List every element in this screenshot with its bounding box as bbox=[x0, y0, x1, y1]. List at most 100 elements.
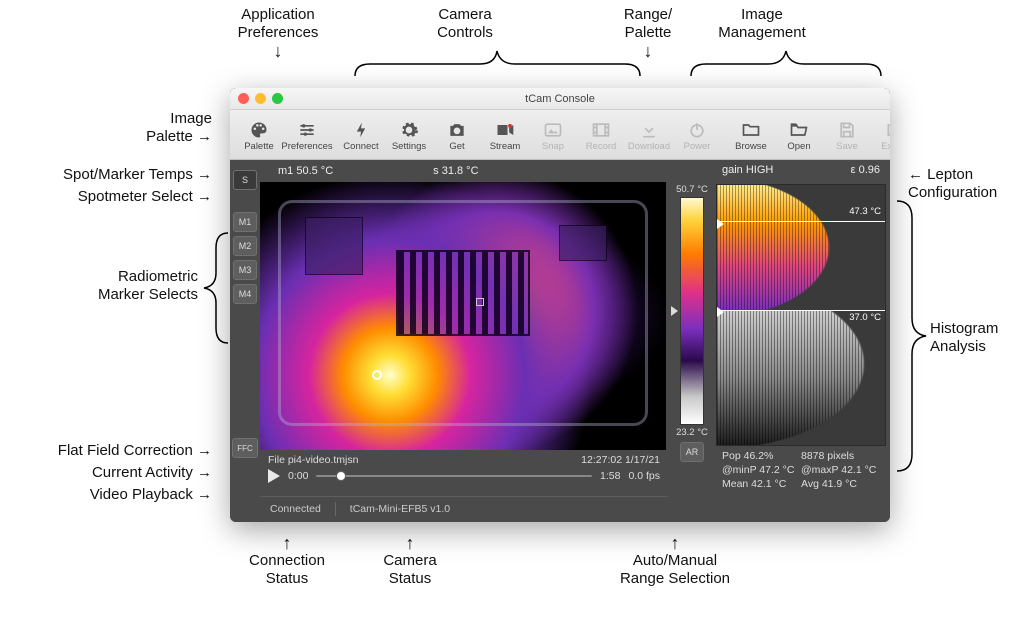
toolbar-group-camera: Connect Settings Get Stream Snap Record bbox=[338, 120, 720, 152]
snap-button[interactable]: Snap bbox=[530, 120, 576, 152]
callout-ffc: Flat Field Correction → bbox=[28, 442, 212, 460]
temp-readout-bar: m1 50.5 °C s 31.8 °C bbox=[260, 160, 668, 182]
save-button[interactable]: Save bbox=[824, 120, 870, 152]
spotmeter-button[interactable]: S bbox=[233, 170, 257, 190]
get-button[interactable]: Get bbox=[434, 120, 480, 152]
stream-button[interactable]: Stream bbox=[482, 120, 528, 152]
callout-histogram: Histogram Analysis bbox=[930, 320, 1024, 356]
histogram-view[interactable]: 47.3 °C 37.0 °C bbox=[716, 184, 886, 446]
play-button[interactable] bbox=[268, 469, 280, 483]
browse-button[interactable]: Browse bbox=[728, 120, 774, 152]
label: Spotmeter Select bbox=[78, 188, 193, 205]
auto-range-button[interactable]: AR bbox=[680, 442, 704, 462]
export-button[interactable]: Export bbox=[872, 120, 890, 152]
preferences-button[interactable]: Preferences bbox=[284, 120, 330, 152]
toolbar: Palette Preferences Connect Settings Get bbox=[230, 110, 890, 160]
label: Flat Field Correction bbox=[58, 442, 193, 459]
callout-camera-controls: Camera Controls bbox=[405, 6, 525, 42]
marker-m1-temp: m1 50.5 °C bbox=[278, 165, 333, 177]
callout-radiometric: Radiometric Marker Selects bbox=[78, 268, 198, 304]
palette-bar[interactable] bbox=[680, 197, 704, 425]
spotmeter-overlay[interactable] bbox=[372, 370, 382, 380]
callout-image-palette: Image Palette → bbox=[92, 110, 212, 146]
bolt-icon bbox=[351, 120, 371, 140]
label: Open bbox=[787, 142, 810, 152]
spot-temp: s 31.8 °C bbox=[433, 165, 478, 177]
label: Radiometric Marker Selects bbox=[98, 268, 198, 303]
image-icon bbox=[543, 120, 563, 140]
zoom-icon[interactable] bbox=[272, 93, 283, 104]
callout-video-playback: Video Playback → bbox=[68, 486, 212, 504]
up-arrow-icon: ↑ bbox=[360, 534, 460, 552]
label: Auto/Manual Range Selection bbox=[620, 552, 730, 587]
record-button[interactable]: Record bbox=[578, 120, 624, 152]
export-icon bbox=[885, 120, 890, 140]
connect-button[interactable]: Connect bbox=[338, 120, 384, 152]
power-button[interactable]: Power bbox=[674, 120, 720, 152]
download-button[interactable]: Download bbox=[626, 120, 672, 152]
label: Spot/Marker Temps bbox=[63, 166, 193, 183]
label: Save bbox=[836, 142, 858, 152]
label: Browse bbox=[735, 142, 767, 152]
brace-camera-controls bbox=[350, 46, 645, 82]
open-button[interactable]: Open bbox=[776, 120, 822, 152]
hist-upper-label: 47.3 °C bbox=[849, 206, 881, 217]
marker-m3-button[interactable]: M3 bbox=[233, 260, 257, 280]
window-controls bbox=[238, 93, 283, 104]
toolbar-group-prefs: Palette Preferences bbox=[236, 120, 330, 152]
up-arrow-icon: ↑ bbox=[232, 534, 342, 552]
settings-button[interactable]: Settings bbox=[386, 120, 432, 152]
stat-avg: Avg 41.9 °C bbox=[801, 478, 880, 490]
marker-m2-button[interactable]: M2 bbox=[233, 236, 257, 256]
right-arrow-icon: → bbox=[193, 188, 212, 205]
sliders-icon bbox=[297, 120, 317, 140]
minimize-icon[interactable] bbox=[255, 93, 266, 104]
lepton-config-row: gain HIGH ε 0.96 bbox=[716, 162, 886, 184]
folder-open-icon bbox=[789, 120, 809, 140]
hist-lower-caret-icon[interactable] bbox=[717, 307, 724, 317]
callout-spot-marker-temps: Spot/Marker Temps → bbox=[40, 166, 212, 184]
stat-pop: Pop 46.2% bbox=[722, 450, 801, 462]
save-icon bbox=[837, 120, 857, 140]
hist-upper-caret-icon[interactable] bbox=[717, 219, 724, 229]
gain-label: gain HIGH bbox=[722, 164, 773, 184]
marker-m4-button[interactable]: M4 bbox=[233, 284, 257, 304]
palette-icon bbox=[249, 120, 269, 140]
marker-overlay[interactable] bbox=[476, 298, 484, 306]
label: Download bbox=[628, 142, 670, 152]
label: Get bbox=[449, 142, 464, 152]
label: Palette bbox=[244, 142, 274, 152]
callout-spotmeter-select: Spotmeter Select → bbox=[58, 188, 212, 206]
thermal-viewer[interactable] bbox=[260, 182, 666, 450]
brace-radiometric bbox=[198, 228, 234, 348]
close-icon[interactable] bbox=[238, 93, 249, 104]
ffc-button[interactable]: FFC bbox=[232, 438, 258, 458]
palette-button[interactable]: Palette bbox=[236, 120, 282, 152]
playback-slider[interactable] bbox=[316, 470, 592, 482]
callout-connection-status: ↑ Connection Status bbox=[232, 534, 342, 588]
chip-region bbox=[306, 218, 362, 274]
marker-m1-button[interactable]: M1 bbox=[233, 212, 257, 232]
label: Connection Status bbox=[249, 552, 325, 587]
callout-camera-status: ↑ Camera Status bbox=[360, 534, 460, 588]
camera-icon bbox=[447, 120, 467, 140]
right-arrow-icon: → bbox=[193, 442, 212, 459]
label: Stream bbox=[490, 142, 521, 152]
film-icon bbox=[591, 120, 611, 140]
histogram-column: gain HIGH ε 0.96 47.3 °C 37.0 °C Pop 46.… bbox=[716, 162, 886, 516]
app-window: tCam Console Palette Preferences Connect… bbox=[230, 88, 890, 522]
titlebar: tCam Console bbox=[230, 88, 890, 110]
label: Range/ Palette bbox=[624, 6, 672, 41]
range-column: 50.7 °C 23.2 °C AR bbox=[670, 162, 714, 516]
play-duration: 1:58 bbox=[600, 470, 620, 482]
brace-image-mgmt bbox=[686, 46, 886, 82]
histogram-stats: Pop 46.2% 8878 pixels @minP 47.2 °C @max… bbox=[716, 446, 886, 494]
down-arrow-icon: ↓ bbox=[218, 42, 338, 60]
range-caret-icon[interactable] bbox=[671, 306, 678, 316]
play-fps: 0.0 fps bbox=[628, 470, 660, 482]
label: Snap bbox=[542, 142, 564, 152]
marker-select-column: S M1 M2 M3 M4 FFC bbox=[230, 160, 260, 522]
label: Histogram Analysis bbox=[930, 320, 998, 355]
stat-minp: @minP 47.2 °C bbox=[722, 464, 801, 476]
main-pane: m1 50.5 °C s 31.8 °C File pi4-video.tmjs… bbox=[260, 160, 668, 522]
